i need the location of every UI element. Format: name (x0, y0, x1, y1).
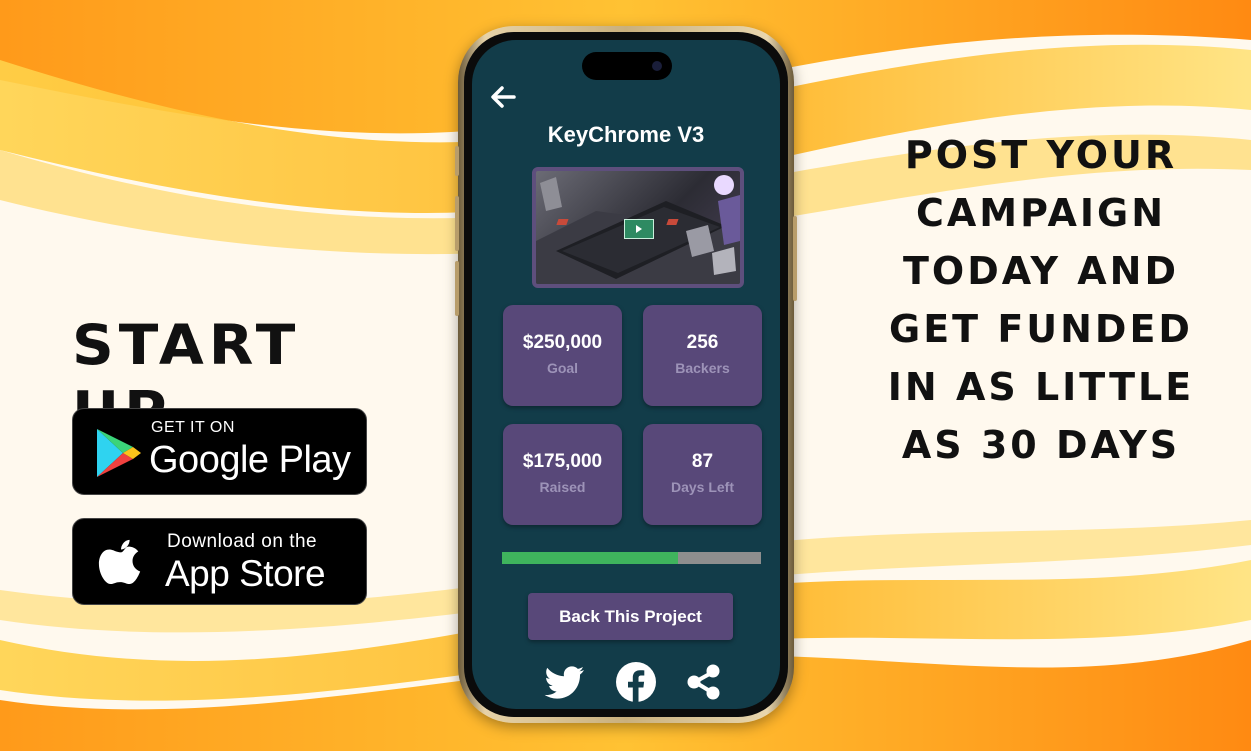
app-screen: KeyChrome V3 $250,000 Goal 256 Backers $… (472, 40, 780, 709)
google-play-small-text: GET IT ON (151, 419, 235, 436)
stat-card-raised: $175,000 Raised (503, 424, 622, 525)
twitter-icon[interactable] (544, 660, 588, 704)
phone-side-button (455, 196, 459, 251)
phone-side-button (455, 261, 459, 316)
tagline: POST YOUR CAMPAIGN TODAY AND GET FUNDED … (887, 133, 1195, 467)
google-play-icon (97, 429, 141, 477)
stat-label: Goal (546, 360, 579, 376)
share-icon[interactable] (682, 660, 726, 704)
stat-value: 256 (686, 332, 719, 353)
stat-label: Backers (675, 360, 730, 376)
play-icon[interactable] (624, 219, 654, 239)
back-this-project-button[interactable]: Back This Project (528, 593, 733, 640)
funding-progress-bar (502, 552, 761, 564)
camera-icon (652, 61, 662, 71)
funding-progress-fill (502, 552, 679, 564)
app-store-small-text: Download on the (167, 531, 318, 552)
facebook-icon[interactable] (614, 660, 658, 704)
project-video-thumbnail[interactable] (532, 167, 744, 288)
stat-label: Days Left (670, 479, 735, 495)
app-store-badge[interactable]: Download on the App Store (72, 518, 367, 605)
phone-side-button (455, 146, 459, 176)
phone-bezel: KeyChrome V3 $250,000 Goal 256 Backers $… (464, 32, 788, 717)
phone-power-button (793, 216, 797, 301)
dynamic-island (582, 52, 672, 80)
stat-value: $175,000 (522, 451, 603, 472)
arrow-left-icon[interactable] (488, 82, 518, 112)
stat-card-goal: $250,000 Goal (503, 305, 622, 406)
stat-label: Raised (539, 479, 586, 495)
phone-mockup: KeyChrome V3 $250,000 Goal 256 Backers $… (455, 26, 797, 723)
stat-value: $250,000 (522, 332, 603, 353)
stat-card-days-left: 87 Days Left (643, 424, 762, 525)
stat-card-backers: 256 Backers (643, 305, 762, 406)
app-store-large-text: App Store (165, 553, 326, 594)
apple-icon (98, 539, 141, 585)
google-play-badge[interactable]: GET IT ON Google Play (72, 408, 367, 495)
google-play-large-text: Google Play (149, 439, 351, 481)
project-title: KeyChrome V3 (547, 122, 705, 147)
stat-value: 87 (691, 451, 714, 472)
